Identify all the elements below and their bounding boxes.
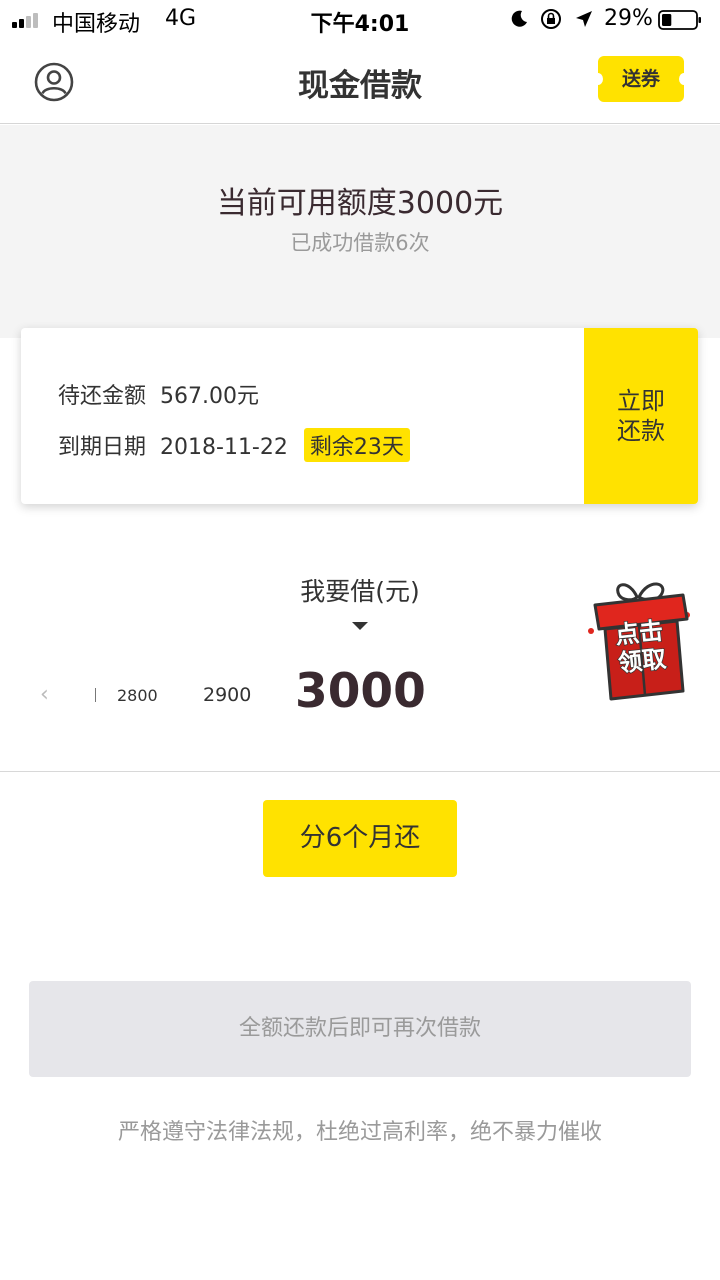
battery-icon <box>658 10 701 30</box>
location-icon <box>576 11 592 27</box>
nav-bar: 现金借款 送券 <box>0 40 720 124</box>
repayment-amount-row: 待还金额 567.00元 <box>58 378 259 410</box>
caret-down-icon <box>352 622 368 630</box>
days-remaining-badge: 剩余23天 <box>303 428 410 462</box>
gift-text-bottom: 领取 <box>617 645 668 678</box>
status-bar: 中国移动 4G 下午4:01 29% <box>0 0 720 40</box>
due-date-value: 2018-11-22 <box>160 435 288 460</box>
reborrow-button[interactable]: 全额还款后即可再次借款 <box>29 981 691 1077</box>
picker-tick <box>95 688 96 702</box>
orientation-lock-icon <box>541 9 561 29</box>
coupon-button[interactable]: 送券 <box>593 56 689 102</box>
battery-percent: 29% <box>604 6 653 31</box>
installment-button[interactable]: 分6个月还 <box>263 800 457 877</box>
repayment-amount-value: 567.00元 <box>160 384 259 409</box>
amount-option[interactable]: 2900 <box>203 684 251 706</box>
amount-option[interactable]: 2800 <box>117 686 158 705</box>
repay-now-label: 立即还款 <box>617 387 665 445</box>
due-date-label: 到期日期 <box>58 435 147 460</box>
due-date-row: 到期日期 2018-11-22 剩余23天 <box>58 428 410 462</box>
repayment-amount-label: 待还金额 <box>58 384 147 409</box>
quota-panel: 当前可用额度3000元 已成功借款6次 <box>0 125 720 338</box>
borrow-count: 已成功借款6次 <box>290 231 430 255</box>
compliance-note: 严格遵守法律法规，杜绝过高利率，绝不暴力催收 <box>117 1120 602 1145</box>
gift-box-icon[interactable]: 点击 领取 <box>583 575 695 703</box>
repayment-card: 待还金额 567.00元 到期日期 2018-11-22 剩余23天 立即还款 <box>21 328 698 504</box>
selected-amount[interactable]: 3000 <box>295 664 426 719</box>
available-quota: 当前可用额度3000元 <box>216 186 504 221</box>
moon-icon <box>511 10 527 27</box>
repay-now-button[interactable]: 立即还款 <box>584 328 698 504</box>
chevron-left-icon[interactable]: ‹ <box>40 682 49 707</box>
divider <box>0 771 720 772</box>
